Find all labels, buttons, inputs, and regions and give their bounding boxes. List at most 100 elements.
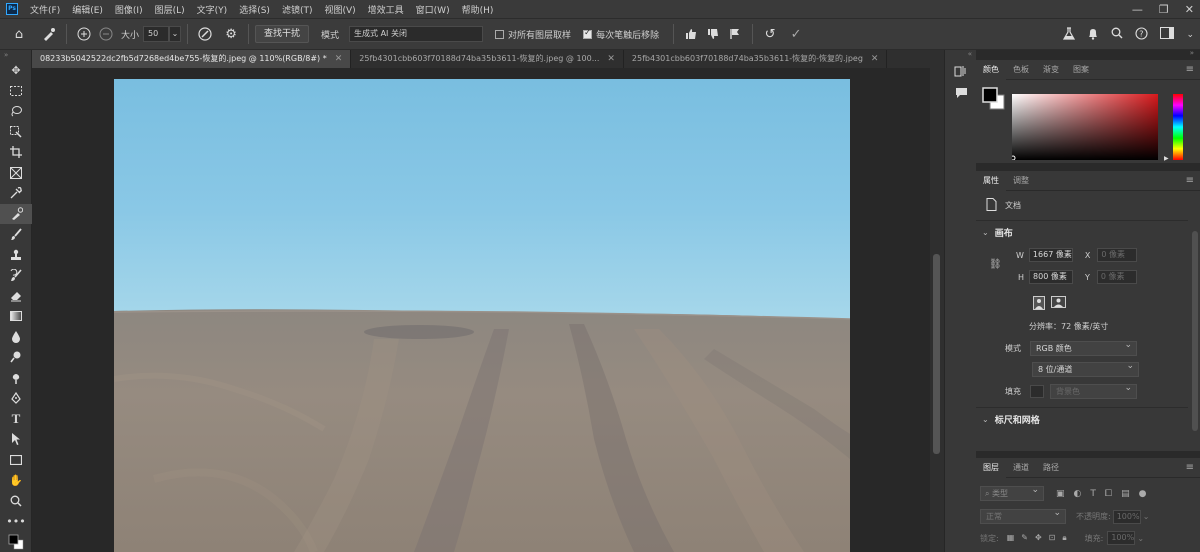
bell-icon[interactable] [1087, 27, 1099, 44]
collapse-panels-icon[interactable]: » [1190, 49, 1194, 57]
tab-properties[interactable]: 属性 [976, 170, 1006, 191]
type-tool-icon[interactable]: T [0, 409, 32, 430]
panel-menu-icon[interactable]: ≡ [1186, 171, 1194, 191]
find-distractions-button[interactable]: 查找干扰 [255, 25, 310, 43]
shape-layer-filter-icon[interactable]: ⧠ [1105, 489, 1112, 499]
properties-scrollbar[interactable] [1192, 231, 1198, 431]
history-brush-tool-icon[interactable] [0, 265, 32, 286]
path-selection-tool-icon[interactable] [0, 429, 32, 450]
panel-menu-icon[interactable]: ≡ [1186, 458, 1194, 478]
dodge-tool-icon[interactable] [0, 347, 32, 368]
brush-subtract-icon[interactable] [95, 23, 117, 45]
menu-view[interactable]: 视图(V) [318, 3, 361, 16]
tab-color[interactable]: 颜色 [976, 59, 1006, 80]
lock-position-icon[interactable]: ✥ [1035, 533, 1042, 543]
frame-tool-icon[interactable] [0, 163, 32, 184]
layer-kind-filter[interactable]: ⌕ 类型 [980, 484, 1044, 501]
fg-bg-color-swatch[interactable] [982, 87, 1006, 114]
rectangle-tool-icon[interactable] [0, 450, 32, 471]
search-icon[interactable] [1111, 27, 1123, 43]
width-input[interactable]: 1667 像素 [1028, 248, 1073, 262]
pen-tool-icon[interactable] [0, 388, 32, 409]
menu-help[interactable]: 帮助(H) [456, 3, 500, 16]
close-tab-icon[interactable]: ✕ [607, 50, 615, 68]
x-input[interactable]: 0 像素 [1097, 248, 1138, 262]
tab-swatches[interactable]: 色板 [1006, 60, 1036, 80]
fill-input[interactable]: 100% [1107, 531, 1136, 545]
clone-stamp-tool-icon[interactable] [0, 245, 32, 266]
color-field[interactable] [1010, 94, 1158, 161]
brush-add-icon[interactable] [73, 23, 95, 45]
tab-layers[interactable]: 图层 [976, 457, 1006, 478]
object-selection-tool-icon[interactable] [0, 122, 32, 143]
history-panel-icon[interactable] [945, 60, 977, 82]
y-input[interactable]: 0 像素 [1096, 270, 1137, 284]
size-input[interactable]: 50 [143, 26, 170, 42]
menu-select[interactable]: 选择(S) [233, 3, 276, 16]
restore-button[interactable]: ❐ [1159, 3, 1169, 16]
crop-tool-icon[interactable] [0, 142, 32, 163]
thumbs-down-icon[interactable] [702, 23, 724, 45]
adjustment-layer-filter-icon[interactable]: ◐ [1074, 489, 1082, 499]
blend-mode-select[interactable]: 正常 [980, 507, 1066, 524]
mode-select[interactable]: 生成式 AI 关闭 [349, 26, 484, 42]
hue-slider[interactable] [1172, 94, 1184, 160]
color-mode-select[interactable]: RGB 颜色 [1030, 339, 1137, 356]
canvas-area[interactable] [32, 68, 930, 552]
fill-color-swatch[interactable] [1030, 385, 1044, 398]
zoom-tool-icon[interactable] [0, 491, 32, 512]
minimize-button[interactable]: — [1132, 3, 1143, 16]
landscape-orientation-icon[interactable] [1051, 296, 1066, 313]
document-tab[interactable]: 25fb4301cbb603f70188d74ba35b3611-恢复的.jpe… [351, 50, 624, 68]
remove-after-stroke-option[interactable]: 每次笔触后移除 [583, 28, 659, 41]
flask-icon[interactable] [1063, 26, 1076, 44]
scrollbar-thumb[interactable] [933, 254, 940, 454]
opacity-chevron-icon[interactable]: ⌄ [1143, 512, 1150, 521]
menu-filter[interactable]: 滤镜(T) [276, 3, 319, 16]
height-input[interactable]: 800 像素 [1029, 270, 1074, 284]
filter-toggle-icon[interactable]: ● [1139, 489, 1147, 499]
remove-tool-icon[interactable] [0, 203, 32, 224]
sample-all-layers-checkbox[interactable] [495, 29, 505, 39]
blur-tool-icon[interactable] [0, 327, 32, 348]
close-button[interactable]: ✕ [1185, 3, 1194, 16]
close-tab-icon[interactable]: ✕ [335, 50, 343, 68]
tab-adjustments[interactable]: 调整 [1006, 171, 1036, 191]
menu-layer[interactable]: 图层(L) [149, 3, 191, 16]
size-dropdown-chevron-icon[interactable]: ⌄ [169, 26, 182, 42]
tab-paths[interactable]: 路径 [1036, 458, 1066, 478]
marquee-tool-icon[interactable] [0, 81, 32, 102]
pixel-layer-filter-icon[interactable]: ▣ [1056, 489, 1065, 499]
sample-all-layers-option[interactable]: 对所有图层取样 [495, 28, 571, 41]
lasso-tool-icon[interactable] [0, 101, 32, 122]
remove-tool-preset-icon[interactable] [38, 23, 60, 45]
portrait-orientation-icon[interactable] [1033, 296, 1045, 313]
eyedropper-tool-icon[interactable] [0, 183, 32, 204]
hand-tool-icon[interactable]: ✋ [0, 470, 32, 491]
rulers-grids-section-header[interactable]: ⌄ 标尺和网格 [982, 413, 1040, 426]
lock-image-pixels-icon[interactable]: ✎ [1021, 533, 1028, 543]
tab-channels[interactable]: 通道 [1006, 458, 1036, 478]
lock-transparency-icon[interactable]: ▦ [1007, 533, 1015, 543]
flag-icon[interactable] [724, 23, 746, 45]
fill-select[interactable]: 背景色 [1050, 382, 1137, 399]
menu-image[interactable]: 图像(I) [109, 3, 149, 16]
hue-slider-marker-icon[interactable]: ▶ [1164, 155, 1169, 162]
remove-after-stroke-checkbox[interactable] [583, 28, 593, 39]
document-canvas-image[interactable] [114, 79, 850, 552]
gear-icon[interactable]: ⚙ [220, 23, 242, 45]
undo-icon[interactable]: ↺ [759, 23, 781, 45]
lock-all-icon[interactable]: 🔒︎ [1062, 533, 1066, 543]
document-tab[interactable]: 08233b5042522dc2fb5d7268ed4be755-恢复的.jpe… [32, 50, 352, 68]
collapse-strip-icon[interactable]: « [945, 50, 976, 60]
home-icon[interactable]: ⌂ [8, 23, 30, 45]
eraser-tool-icon[interactable] [0, 286, 32, 307]
document-tab[interactable]: 25fb4301cbb603f70188d74ba35b3611-恢复的-恢复的… [624, 50, 888, 68]
tab-gradients[interactable]: 渐变 [1036, 60, 1066, 80]
foreground-background-swatch-icon[interactable] [0, 532, 32, 552]
workspace-icon[interactable] [1160, 27, 1175, 43]
menu-window[interactable]: 窗口(W) [410, 3, 456, 16]
menu-file[interactable]: 文件(F) [24, 3, 66, 16]
pressure-size-icon[interactable] [194, 23, 216, 45]
menu-plugins[interactable]: 增效工具 [362, 3, 410, 16]
